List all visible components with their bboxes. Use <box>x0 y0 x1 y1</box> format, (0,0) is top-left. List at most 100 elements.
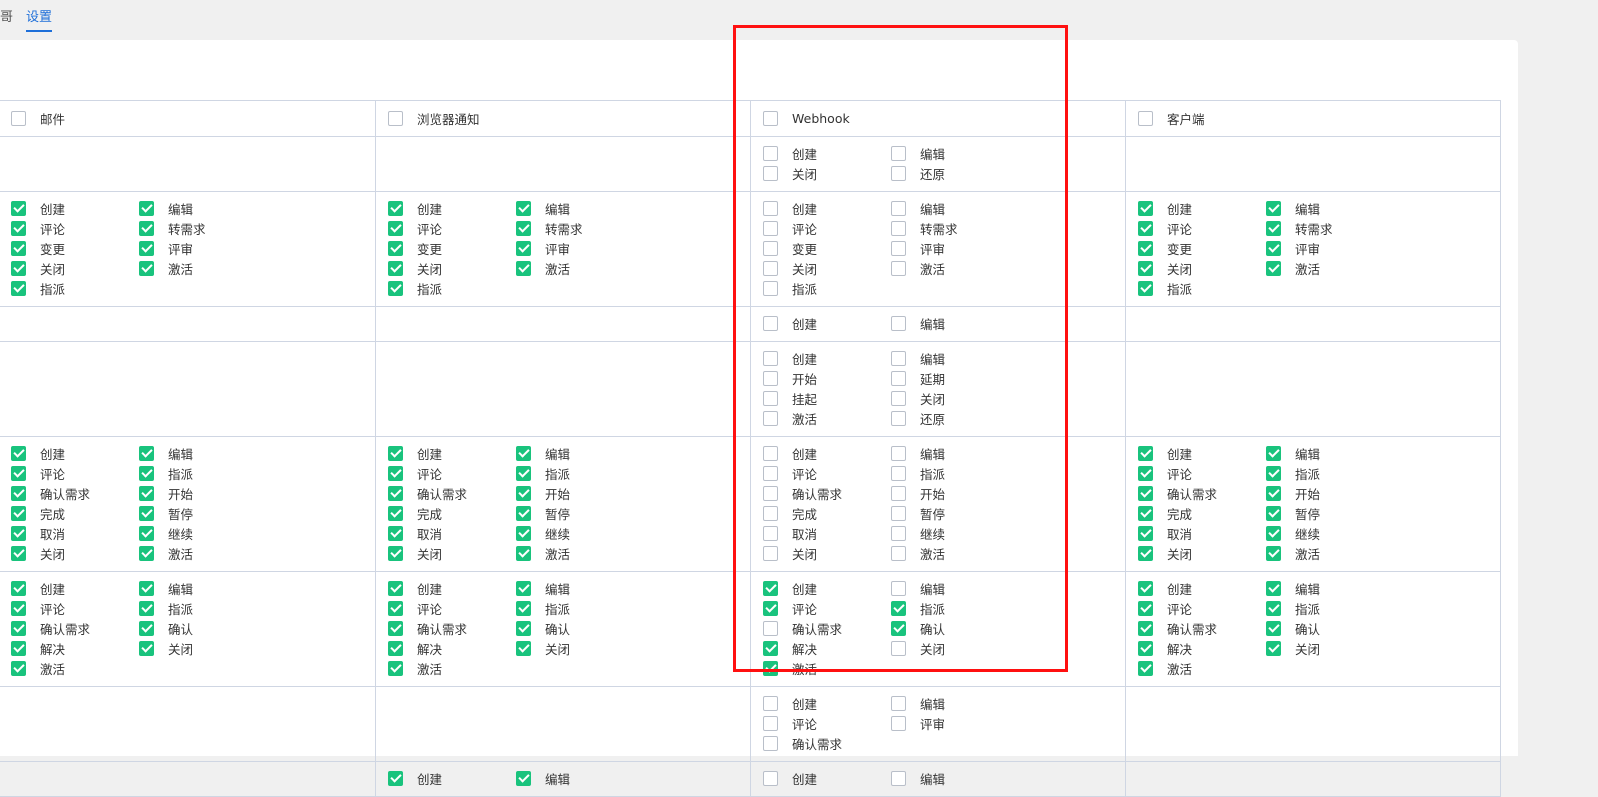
checkbox-checked-icon[interactable] <box>516 581 531 596</box>
checkbox-checked-icon[interactable] <box>11 201 26 216</box>
checkbox-option[interactable]: 编辑 <box>891 350 1019 367</box>
checkbox-option[interactable]: 评论 <box>763 220 891 237</box>
checkbox-option[interactable]: 关闭 <box>763 165 891 182</box>
checkbox-option[interactable]: 取消 <box>763 525 891 542</box>
checkbox-option[interactable]: 开始 <box>1266 485 1394 502</box>
checkbox-icon[interactable] <box>763 111 778 126</box>
checkbox-option[interactable]: 编辑 <box>1266 580 1394 597</box>
checkbox-checked-icon[interactable] <box>139 241 154 256</box>
checkbox-option[interactable]: 转需求 <box>891 220 1019 237</box>
checkbox-unchecked-icon[interactable] <box>891 316 906 331</box>
checkbox-checked-icon[interactable] <box>516 506 531 521</box>
checkbox-unchecked-icon[interactable] <box>763 546 778 561</box>
checkbox-checked-icon[interactable] <box>1266 466 1281 481</box>
checkbox-unchecked-icon[interactable] <box>891 581 906 596</box>
checkbox-checked-icon[interactable] <box>1138 546 1153 561</box>
checkbox-checked-icon[interactable] <box>1266 546 1281 561</box>
checkbox-unchecked-icon[interactable] <box>763 391 778 406</box>
checkbox-checked-icon[interactable] <box>11 581 26 596</box>
checkbox-option[interactable]: 评论 <box>388 220 516 237</box>
checkbox-option[interactable]: 关闭 <box>11 260 139 277</box>
checkbox-checked-icon[interactable] <box>516 241 531 256</box>
checkbox-unchecked-icon[interactable] <box>763 371 778 386</box>
checkbox-checked-icon[interactable] <box>1138 281 1153 296</box>
select-all-browser[interactable]: 浏览器通知 <box>376 110 750 127</box>
checkbox-option[interactable]: 编辑 <box>139 200 267 217</box>
checkbox-option[interactable]: 评审 <box>891 240 1019 257</box>
checkbox-option[interactable]: 指派 <box>891 600 1019 617</box>
checkbox-option[interactable]: 激活 <box>139 545 267 562</box>
checkbox-option[interactable]: 指派 <box>1138 280 1266 297</box>
checkbox-checked-icon[interactable] <box>388 201 403 216</box>
checkbox-checked-icon[interactable] <box>388 221 403 236</box>
checkbox-option[interactable]: 确认需求 <box>388 485 516 502</box>
checkbox-checked-icon[interactable] <box>516 201 531 216</box>
checkbox-option[interactable]: 评论 <box>763 715 891 732</box>
checkbox-checked-icon[interactable] <box>388 581 403 596</box>
checkbox-option[interactable]: 激活 <box>11 660 139 677</box>
checkbox-option[interactable]: 创建 <box>1138 445 1266 462</box>
checkbox-checked-icon[interactable] <box>388 486 403 501</box>
checkbox-checked-icon[interactable] <box>1138 466 1153 481</box>
checkbox-checked-icon[interactable] <box>516 221 531 236</box>
checkbox-checked-icon[interactable] <box>388 446 403 461</box>
checkbox-option[interactable]: 创建 <box>1138 200 1266 217</box>
checkbox-option[interactable]: 取消 <box>11 525 139 542</box>
checkbox-checked-icon[interactable] <box>388 241 403 256</box>
checkbox-option[interactable]: 创建 <box>763 445 891 462</box>
checkbox-checked-icon[interactable] <box>1266 506 1281 521</box>
checkbox-option[interactable]: 创建 <box>763 315 891 332</box>
checkbox-icon[interactable] <box>388 111 403 126</box>
checkbox-unchecked-icon[interactable] <box>891 166 906 181</box>
checkbox-checked-icon[interactable] <box>1266 201 1281 216</box>
checkbox-checked-icon[interactable] <box>1138 641 1153 656</box>
checkbox-checked-icon[interactable] <box>388 526 403 541</box>
checkbox-checked-icon[interactable] <box>891 621 906 636</box>
checkbox-option[interactable]: 确认 <box>139 620 267 637</box>
checkbox-option[interactable]: 开始 <box>763 370 891 387</box>
checkbox-option[interactable]: 创建 <box>11 200 139 217</box>
checkbox-option[interactable]: 激活 <box>763 660 891 677</box>
checkbox-unchecked-icon[interactable] <box>763 261 778 276</box>
checkbox-option[interactable]: 继续 <box>1266 525 1394 542</box>
checkbox-option[interactable]: 转需求 <box>139 220 267 237</box>
checkbox-option[interactable]: 指派 <box>763 280 891 297</box>
checkbox-option[interactable]: 编辑 <box>891 200 1019 217</box>
checkbox-option[interactable]: 变更 <box>1138 240 1266 257</box>
checkbox-option[interactable]: 解决 <box>1138 640 1266 657</box>
checkbox-checked-icon[interactable] <box>11 446 26 461</box>
checkbox-checked-icon[interactable] <box>763 601 778 616</box>
checkbox-option[interactable]: 指派 <box>1266 465 1394 482</box>
checkbox-checked-icon[interactable] <box>11 241 26 256</box>
checkbox-checked-icon[interactable] <box>11 546 26 561</box>
checkbox-option[interactable]: 继续 <box>891 525 1019 542</box>
checkbox-option[interactable]: 指派 <box>516 600 644 617</box>
checkbox-option[interactable]: 指派 <box>388 280 516 297</box>
checkbox-checked-icon[interactable] <box>11 281 26 296</box>
checkbox-checked-icon[interactable] <box>11 506 26 521</box>
checkbox-option[interactable]: 激活 <box>516 545 644 562</box>
checkbox-option[interactable]: 关闭 <box>1138 545 1266 562</box>
checkbox-option[interactable]: 还原 <box>891 165 1019 182</box>
checkbox-unchecked-icon[interactable] <box>891 526 906 541</box>
checkbox-checked-icon[interactable] <box>516 621 531 636</box>
checkbox-option[interactable]: 开始 <box>891 485 1019 502</box>
checkbox-unchecked-icon[interactable] <box>891 351 906 366</box>
checkbox-checked-icon[interactable] <box>1138 486 1153 501</box>
checkbox-option[interactable]: 关闭 <box>1138 260 1266 277</box>
checkbox-checked-icon[interactable] <box>891 601 906 616</box>
checkbox-option[interactable]: 关闭 <box>139 640 267 657</box>
checkbox-checked-icon[interactable] <box>388 771 403 786</box>
checkbox-checked-icon[interactable] <box>388 601 403 616</box>
checkbox-option[interactable]: 评论 <box>11 465 139 482</box>
checkbox-unchecked-icon[interactable] <box>763 526 778 541</box>
checkbox-checked-icon[interactable] <box>1266 261 1281 276</box>
checkbox-option[interactable]: 评论 <box>763 465 891 482</box>
checkbox-unchecked-icon[interactable] <box>763 411 778 426</box>
checkbox-checked-icon[interactable] <box>1266 641 1281 656</box>
checkbox-option[interactable]: 指派 <box>516 465 644 482</box>
checkbox-option[interactable]: 确认需求 <box>11 485 139 502</box>
checkbox-unchecked-icon[interactable] <box>891 391 906 406</box>
checkbox-checked-icon[interactable] <box>763 581 778 596</box>
checkbox-option[interactable]: 创建 <box>763 580 891 597</box>
